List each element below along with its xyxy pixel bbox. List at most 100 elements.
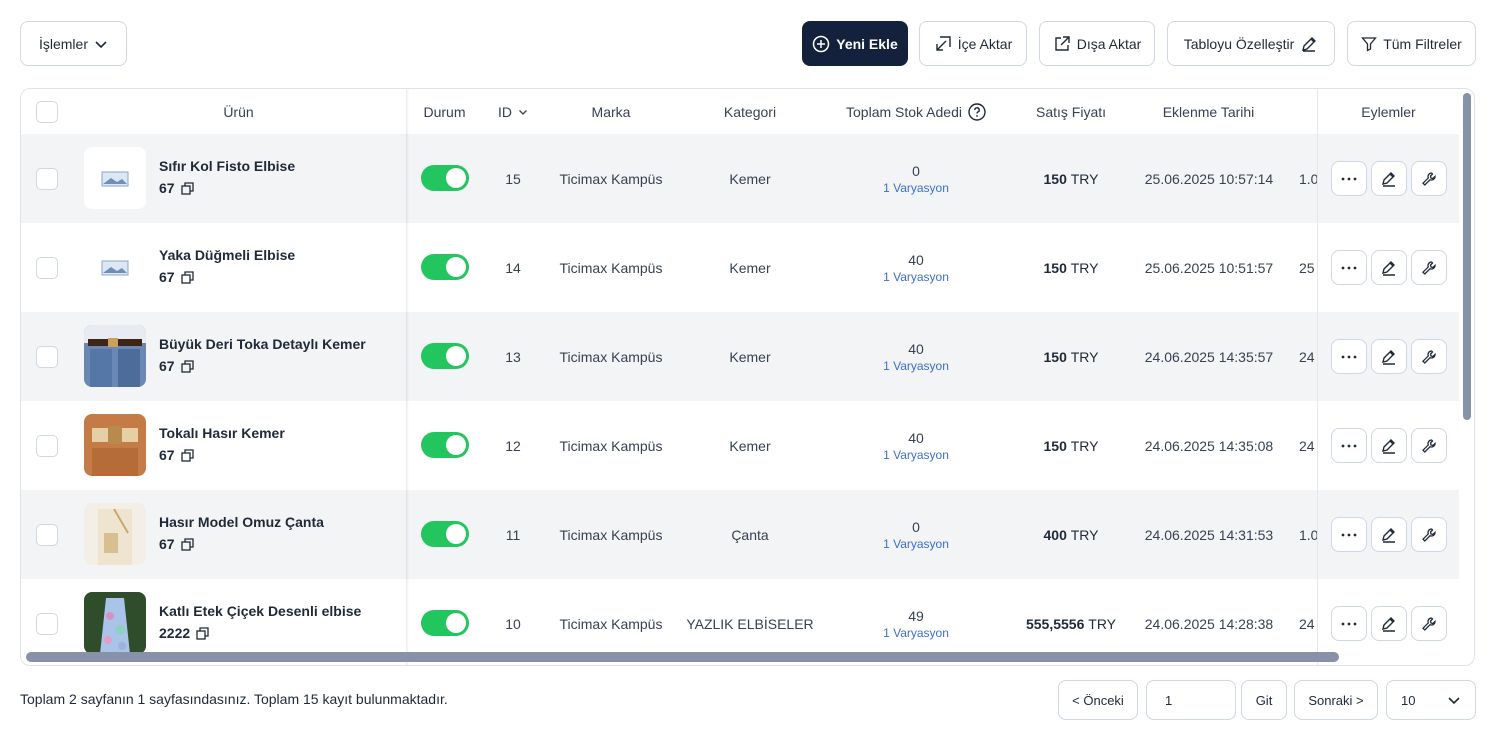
- product-name[interactable]: Katlı Etek Çiçek Desenli elbise: [159, 603, 361, 619]
- created-date: 24.06.2025 14:31:53: [1144, 526, 1274, 543]
- product-name[interactable]: Sıfır Kol Fisto Elbise: [159, 158, 295, 174]
- help-circle-icon[interactable]: [968, 102, 986, 121]
- row-checkbox[interactable]: [36, 524, 58, 546]
- product-name[interactable]: Hasır Model Omuz Çanta: [159, 514, 324, 530]
- status-toggle[interactable]: [421, 343, 469, 369]
- import-label: İçe Aktar: [957, 35, 1013, 52]
- table-row[interactable]: Tokalı Hasır Kemer 67 12 Ticimax Kampüs Keme…: [21, 401, 1459, 490]
- header-stock[interactable]: Toplam Stok Adedi: [826, 89, 1006, 134]
- header-brand[interactable]: Marka: [551, 89, 671, 134]
- plus-circle-icon: [813, 35, 830, 52]
- copy-icon[interactable]: [180, 537, 194, 551]
- edit-button[interactable]: [1371, 250, 1407, 285]
- table-row[interactable]: Hasır Model Omuz Çanta 67 11 Ticimax Kampüs…: [21, 490, 1459, 579]
- price-value: 555,5556: [1025, 615, 1085, 632]
- truncated-column-value: 1.0: [1299, 526, 1319, 543]
- copy-icon[interactable]: [180, 448, 194, 462]
- horizontal-scrollbar[interactable]: [26, 652, 1339, 662]
- copy-icon[interactable]: [196, 626, 209, 640]
- import-button[interactable]: İçe Aktar: [919, 21, 1027, 66]
- product-code-value: 67: [159, 536, 175, 552]
- more-button[interactable]: [1331, 517, 1367, 552]
- product-name[interactable]: Tokalı Hasır Kemer: [159, 425, 285, 441]
- settings-button[interactable]: [1411, 161, 1447, 196]
- more-button[interactable]: [1331, 606, 1367, 641]
- edit-button[interactable]: [1371, 161, 1407, 196]
- price-currency: TRY: [1070, 437, 1099, 454]
- settings-button[interactable]: [1411, 606, 1447, 641]
- table-row[interactable]: Büyük Deri Toka Detaylı Kemer 67 13 Ticimax…: [21, 312, 1459, 401]
- header-price[interactable]: Satış Fiyatı: [1011, 89, 1131, 134]
- created-date: 25.06.2025 10:57:14: [1144, 170, 1274, 187]
- new-label: Yeni Ekle: [836, 35, 898, 52]
- product-id: 11: [505, 526, 521, 543]
- header-product[interactable]: Ürün: [161, 89, 316, 134]
- table-row[interactable]: Yaka Düğmeli Elbise 67 14 Ticimax Kampüs Kem…: [21, 223, 1459, 312]
- status-toggle[interactable]: [421, 610, 469, 636]
- vertical-scrollbar[interactable]: [1463, 93, 1471, 420]
- header-date[interactable]: Eklenme Tarihi: [1141, 89, 1276, 134]
- variation-link[interactable]: 1 Varyasyon: [883, 448, 949, 462]
- product-brand: Ticimax Kampüs: [559, 526, 663, 543]
- header-id[interactable]: ID: [483, 89, 543, 134]
- edit-button[interactable]: [1371, 606, 1407, 641]
- edit-button[interactable]: [1371, 339, 1407, 374]
- header-category[interactable]: Kategori: [681, 89, 819, 134]
- more-button[interactable]: [1331, 250, 1367, 285]
- prev-page-button[interactable]: < Önceki: [1058, 680, 1138, 720]
- created-date: 24.06.2025 14:35:08: [1144, 437, 1274, 454]
- more-button[interactable]: [1331, 339, 1367, 374]
- variation-link[interactable]: 1 Varyasyon: [883, 537, 949, 551]
- settings-button[interactable]: [1411, 339, 1447, 374]
- price-currency: TRY: [1070, 170, 1099, 187]
- copy-icon[interactable]: [180, 270, 194, 284]
- more-icon: [1341, 444, 1357, 447]
- more-icon: [1341, 177, 1357, 180]
- row-checkbox[interactable]: [36, 613, 58, 635]
- header-id-label: ID: [498, 103, 512, 120]
- table-row[interactable]: Sıfır Kol Fisto Elbise 67 15 Ticimax Kampüs…: [21, 134, 1459, 223]
- variation-link[interactable]: 1 Varyasyon: [883, 270, 949, 284]
- row-checkbox[interactable]: [36, 257, 58, 279]
- wrench-icon: [1422, 349, 1436, 364]
- status-toggle[interactable]: [421, 432, 469, 458]
- price-currency: TRY: [1070, 348, 1099, 365]
- pagination-summary: Toplam 2 sayfanın 1 sayfasındasınız. Top…: [20, 691, 448, 707]
- copy-icon[interactable]: [180, 181, 194, 195]
- page-size-select[interactable]: 10: [1386, 680, 1476, 720]
- stock-cell: 40 1 Varyasyon: [831, 401, 1001, 490]
- actions-dropdown[interactable]: İşlemler: [20, 21, 127, 66]
- go-button[interactable]: Git: [1241, 680, 1287, 720]
- all-filters-button[interactable]: Tüm Filtreler: [1347, 21, 1476, 66]
- settings-button[interactable]: [1411, 517, 1447, 552]
- status-toggle[interactable]: [421, 254, 469, 280]
- row-checkbox[interactable]: [36, 346, 58, 368]
- next-page-button[interactable]: Sonraki >: [1294, 680, 1378, 720]
- customize-table-button[interactable]: Tabloyu Özelleştir: [1167, 21, 1335, 66]
- more-button[interactable]: [1331, 161, 1367, 196]
- row-checkbox[interactable]: [36, 168, 58, 190]
- variation-link[interactable]: 1 Varyasyon: [883, 626, 949, 640]
- settings-button[interactable]: [1411, 250, 1447, 285]
- new-button[interactable]: Yeni Ekle: [802, 21, 908, 66]
- variation-link[interactable]: 1 Varyasyon: [883, 359, 949, 373]
- header-status[interactable]: Durum: [413, 89, 476, 134]
- product-name[interactable]: Yaka Düğmeli Elbise: [159, 247, 295, 263]
- select-all-checkbox[interactable]: [36, 101, 58, 123]
- page-number-input[interactable]: 1: [1146, 680, 1236, 720]
- product-brand: Ticimax Kampüs: [559, 348, 663, 365]
- status-toggle[interactable]: [421, 521, 469, 547]
- price-currency: TRY: [1070, 526, 1099, 543]
- edit-button[interactable]: [1371, 517, 1407, 552]
- status-toggle[interactable]: [421, 165, 469, 191]
- settings-button[interactable]: [1411, 428, 1447, 463]
- variation-link[interactable]: 1 Varyasyon: [883, 181, 949, 195]
- row-checkbox[interactable]: [36, 435, 58, 457]
- product-code-value: 67: [159, 180, 175, 196]
- stock-cell: 0 1 Varyasyon: [831, 490, 1001, 579]
- product-name[interactable]: Büyük Deri Toka Detaylı Kemer: [159, 336, 366, 352]
- edit-button[interactable]: [1371, 428, 1407, 463]
- copy-icon[interactable]: [180, 359, 194, 373]
- more-button[interactable]: [1331, 428, 1367, 463]
- export-button[interactable]: Dışa Aktar: [1039, 21, 1155, 66]
